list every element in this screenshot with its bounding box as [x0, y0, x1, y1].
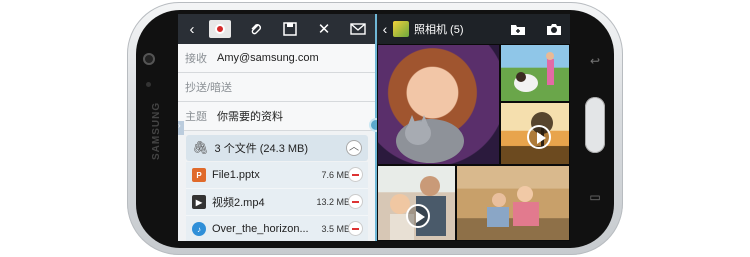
file-size: 7.6 MB: [321, 170, 350, 180]
cc-label: 抄送/暗送: [185, 82, 233, 94]
photo-girl-with-cat[interactable]: [377, 44, 500, 165]
attachment-item[interactable]: P File1.pptx 7.6 MB: [186, 162, 368, 189]
to-field[interactable]: 接收 Amy@samsung.com: [178, 44, 375, 73]
close-icon[interactable]: ✕: [310, 14, 338, 44]
to-value: Amy@samsung.com: [217, 52, 319, 64]
attachments-header[interactable]: 🖇 3 个文件 (24.3 MB) ︿: [186, 135, 368, 161]
gallery-panel: ‹ 照相机 (5): [377, 14, 570, 241]
send-icon[interactable]: [344, 14, 372, 44]
subject-label: 主题: [185, 111, 207, 123]
email-toolbar: ‹ ✕: [178, 14, 375, 44]
panel-tab-icon[interactable]: ›: [178, 121, 184, 135]
back-key-icon[interactable]: ↩: [588, 54, 602, 68]
back-icon[interactable]: ‹: [178, 14, 206, 44]
attachment-list: P File1.pptx 7.6 MB ▶ 视频2.mp4 13.2 MB ♪ …: [186, 162, 368, 241]
back-icon[interactable]: ‹: [377, 21, 393, 37]
pptx-icon: P: [192, 168, 206, 182]
file-name: Over_the_horizon...: [212, 223, 309, 235]
file-size: 13.2 MB: [316, 197, 350, 207]
email-compose-panel: ‹ ✕ 接收 Amy@samsung.com 抄送/暗送 主题 你需要的资料 🖇: [178, 14, 375, 241]
remove-attachment-button[interactable]: [348, 194, 363, 209]
audio-icon: ♪: [192, 222, 206, 236]
attachments-summary: 3 个文件 (24.3 MB): [214, 143, 309, 155]
file-name: 视频2.mp4: [212, 197, 265, 209]
email-app-icon: [206, 14, 234, 44]
front-camera: [143, 53, 155, 65]
gallery-toolbar: ‹ 照相机 (5): [377, 14, 570, 44]
attachment-item[interactable]: ▶ 视频2.mp4 13.2 MB: [186, 189, 368, 216]
photo-mother-and-child[interactable]: [456, 165, 570, 241]
attachment-item[interactable]: ♪ Over_the_horizon... 3.5 MB: [186, 216, 368, 241]
to-label: 接收: [185, 53, 207, 65]
play-icon[interactable]: [527, 125, 551, 149]
video-sunset-tree[interactable]: [500, 102, 570, 165]
play-icon[interactable]: [406, 204, 430, 228]
cc-field[interactable]: 抄送/暗送: [178, 73, 375, 102]
save-draft-icon[interactable]: [276, 14, 304, 44]
screen: ‹ ✕ 接收 Amy@samsung.com 抄送/暗送 主题 你需要的资料 🖇: [178, 14, 570, 241]
dog-illustration: [514, 52, 554, 92]
proximity-sensor: [146, 82, 151, 87]
cat-illustration: [396, 115, 464, 163]
gallery-title: 照相机 (5): [414, 24, 464, 36]
menu-key-icon[interactable]: ▭: [588, 190, 602, 204]
remove-attachment-button[interactable]: [348, 167, 363, 182]
camera-icon[interactable]: [541, 14, 567, 44]
gallery-app-icon: [393, 21, 409, 37]
mother-child-illustration: [487, 186, 539, 227]
brand-logo: SAMSUNG: [151, 101, 162, 160]
video-father-and-child[interactable]: [377, 165, 456, 241]
subject-field[interactable]: 主题 你需要的资料: [178, 102, 375, 131]
video-icon: ▶: [192, 195, 206, 209]
file-size: 3.5 MB: [321, 224, 350, 234]
photo-dog-and-girl[interactable]: [500, 44, 570, 102]
new-folder-icon[interactable]: [505, 14, 531, 44]
paperclip-icon: 🖇: [192, 140, 209, 155]
collapse-icon[interactable]: ︿: [346, 140, 362, 156]
remove-attachment-button[interactable]: [348, 221, 363, 236]
subject-value: 你需要的资料: [217, 111, 283, 123]
file-name: File1.pptx: [212, 169, 260, 181]
attach-icon[interactable]: [242, 14, 270, 44]
home-button[interactable]: [585, 97, 605, 153]
